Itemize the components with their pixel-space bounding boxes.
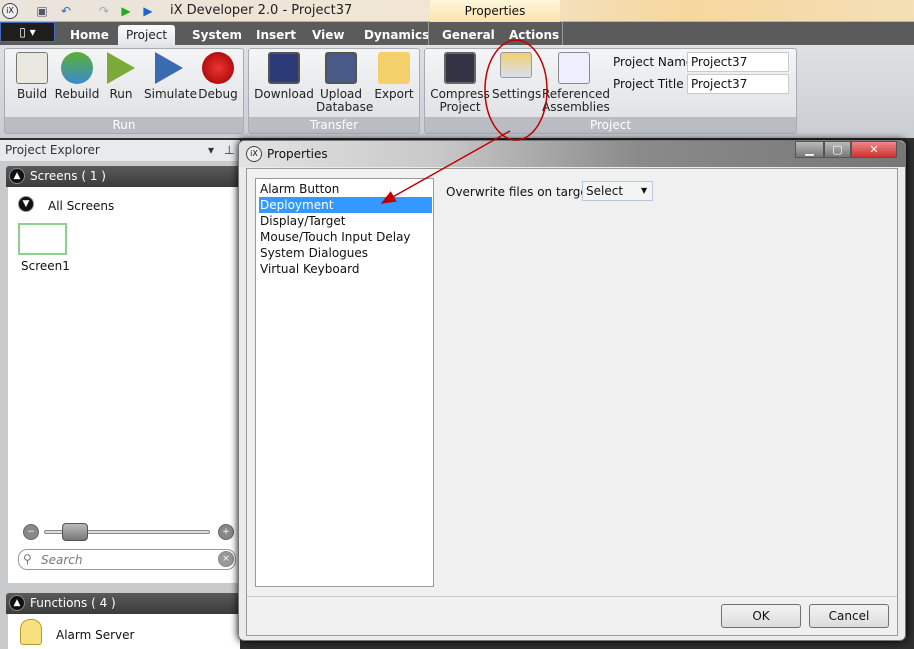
highlight-ellipse	[484, 39, 548, 141]
annotation-overlay	[380, 39, 548, 204]
annotation-arrow	[380, 130, 511, 204]
